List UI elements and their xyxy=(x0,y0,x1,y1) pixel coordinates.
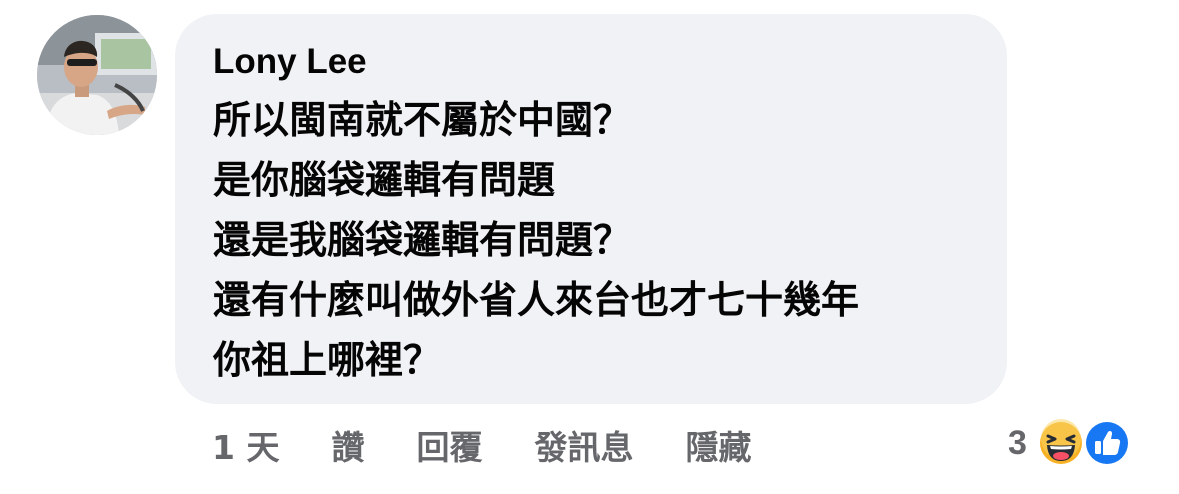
comment-actions: 1 天 讚 回覆 發訊息 隱藏 xyxy=(212,420,751,470)
comment-line: 是你腦袋邏輯有問題 xyxy=(213,158,556,202)
comment-line: 還是我腦袋邏輯有問題？ xyxy=(213,218,632,262)
timestamp[interactable]: 1 天 xyxy=(212,421,279,469)
avatar-photo xyxy=(37,15,157,135)
reaction-summary[interactable]: 3 xyxy=(1008,418,1135,468)
avatar[interactable] xyxy=(37,15,157,135)
haha-icon xyxy=(1037,419,1084,466)
comment-bubble: Lony Lee 所以閩南就不屬於中國？ 是你腦袋邏輯有問題 還是我腦袋邏輯有問… xyxy=(175,14,1007,404)
reaction-count: 3 xyxy=(1008,423,1027,462)
comment-line: 所以閩南就不屬於中國？ xyxy=(213,98,632,142)
like-button[interactable]: 讚 xyxy=(331,421,364,469)
send-message-button[interactable]: 發訊息 xyxy=(534,421,633,469)
comment-line: 你祖上哪裡？ xyxy=(213,338,442,382)
author-name[interactable]: Lony Lee xyxy=(213,42,969,82)
hide-button[interactable]: 隱藏 xyxy=(685,421,751,469)
comment-body: 所以閩南就不屬於中國？ 是你腦袋邏輯有問題 還是我腦袋邏輯有問題？ 還有什麼叫做… xyxy=(213,90,969,390)
like-icon xyxy=(1083,420,1130,466)
comment-line: 還有什麼叫做外省人來台也才七十幾年 xyxy=(213,278,860,322)
reply-button[interactable]: 回覆 xyxy=(416,421,482,469)
reaction-icons xyxy=(1037,418,1135,468)
comment-container: Lony Lee 所以閩南就不屬於中國？ 是你腦袋邏輯有問題 還是我腦袋邏輯有問… xyxy=(0,0,1179,494)
